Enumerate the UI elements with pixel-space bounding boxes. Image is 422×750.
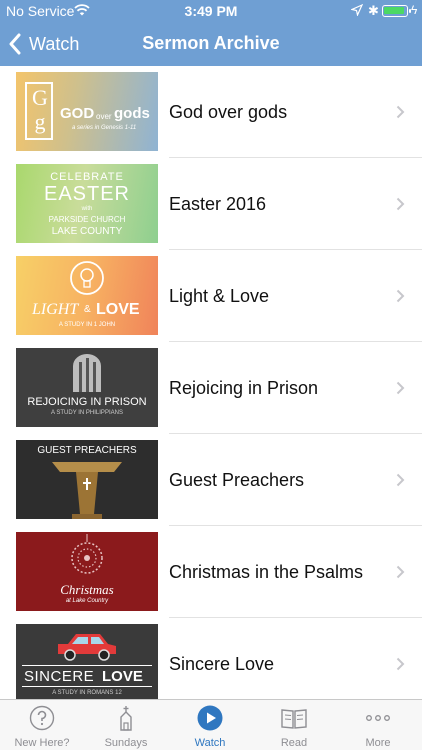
top-bar: No Service 3:49 PM ✱ ϟ Watch Sermon Arch… <box>0 0 422 66</box>
page-title: Sermon Archive <box>142 33 280 53</box>
tab-watch[interactable]: Watch <box>168 700 252 750</box>
tab-read[interactable]: Read <box>252 700 336 750</box>
tab-label: More <box>365 737 391 749</box>
series-row-christmas-in-the-psalms[interactable]: Christmas at Lake Country Christmas in t… <box>0 526 422 618</box>
series-row-guest-preachers[interactable]: GUEST PREACHERS Guest Preachers <box>0 434 422 526</box>
series-artwork: CELEBRATE EASTER with PARKSIDE CHURCH LA… <box>16 164 158 243</box>
series-artwork: G g GOD over gods a series in Genesis 1-… <box>16 72 158 151</box>
series-artwork: SINCERE LOVE A STUDY IN ROMANS 12 <box>16 624 158 699</box>
series-artwork: GUEST PREACHERS <box>16 440 158 519</box>
series-row-light-and-love[interactable]: LIGHT & LOVE A STUDY IN 1 JOHN Light & L… <box>0 250 422 342</box>
book-icon <box>281 709 307 729</box>
series-row-easter-2016[interactable]: CELEBRATE EASTER with PARKSIDE CHURCH LA… <box>0 158 422 250</box>
bluetooth-icon: ✱ <box>368 3 379 18</box>
tab-label: Watch <box>194 737 226 749</box>
chevron-right-icon <box>396 657 405 671</box>
chevron-right-icon <box>396 381 405 395</box>
pulpit-icon <box>52 462 122 519</box>
status-bar: No Service 3:49 PM ✱ ϟ <box>0 0 422 22</box>
series-title: Easter 2016 <box>169 194 267 214</box>
battery-icon <box>382 5 411 17</box>
series-title: Sincere Love <box>169 654 275 674</box>
tab-label: Sundays <box>104 737 148 749</box>
more-icon <box>366 715 390 721</box>
location-icon <box>351 4 363 16</box>
tab-label: New Here? <box>14 737 70 749</box>
series-title: Guest Preachers <box>169 470 305 490</box>
series-artwork: LIGHT & LOVE A STUDY IN 1 JOHN <box>16 256 158 335</box>
tab-bar: New Here? Sundays Watch Read More <box>0 699 422 750</box>
navigation-bar: Watch Sermon Archive <box>0 22 422 66</box>
tab-new-here[interactable]: New Here? <box>0 700 84 750</box>
series-artwork: Christmas at Lake Country <box>16 532 158 611</box>
series-title: God over gods <box>169 102 288 122</box>
series-row-rejoicing-in-prison[interactable]: REJOICING IN PRISON A STUDY IN PHILIPPIA… <box>0 342 422 434</box>
series-title: Rejoicing in Prison <box>169 378 319 398</box>
play-icon <box>197 705 223 731</box>
car-icon <box>58 634 116 661</box>
chevron-right-icon <box>396 197 405 211</box>
chevron-right-icon <box>396 289 405 303</box>
tab-label: Read <box>280 737 308 749</box>
chevron-right-icon <box>396 105 405 119</box>
series-row-god-over-gods[interactable]: G g GOD over gods a series in Genesis 1-… <box>0 66 422 158</box>
chevron-right-icon <box>396 565 405 579</box>
tab-sundays[interactable]: Sundays <box>84 700 168 750</box>
series-title: Light & Love <box>169 286 270 306</box>
series-artwork: REJOICING IN PRISON A STUDY IN PHILIPPIA… <box>16 348 158 427</box>
question-icon <box>29 705 55 731</box>
church-icon <box>120 706 132 731</box>
lightbulb-icon <box>70 261 104 295</box>
charging-icon: ϟ <box>411 3 418 17</box>
chevron-right-icon <box>396 473 405 487</box>
series-row-sincere-love[interactable]: SINCERE LOVE A STUDY IN ROMANS 12 Sincer… <box>0 618 422 699</box>
series-title: Christmas in the Psalms <box>169 562 364 582</box>
ornament-icon <box>71 534 103 574</box>
sermon-series-list: G g GOD over gods a series in Genesis 1-… <box>0 66 422 699</box>
tab-more[interactable]: More <box>336 700 420 750</box>
prison-door-icon <box>73 354 101 392</box>
